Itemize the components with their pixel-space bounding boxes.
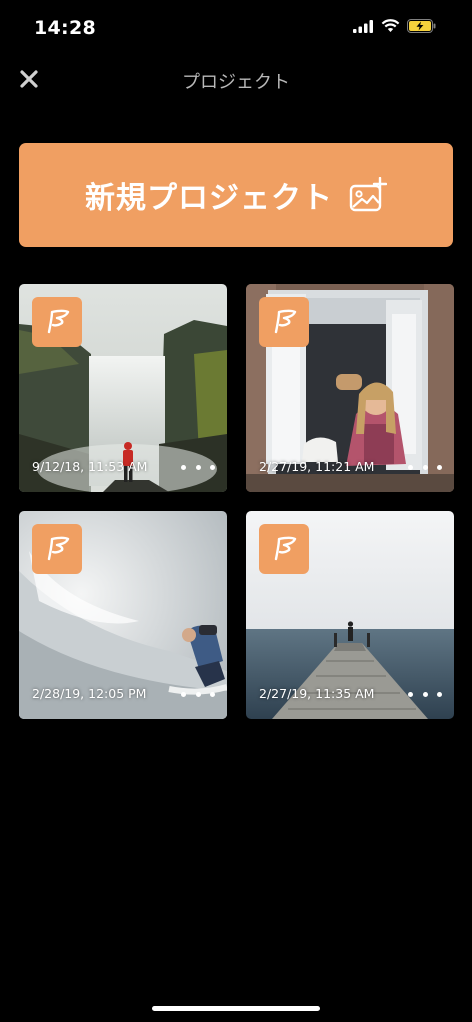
brush-logo-icon <box>47 536 70 561</box>
wifi-icon <box>381 19 400 32</box>
status-bar: 14:28 <box>0 0 472 58</box>
project-date: 2/27/19, 11:35 AM <box>259 686 375 701</box>
project-card-3[interactable]: 2/28/19, 12:05 PM <box>19 511 227 719</box>
project-date: 9/12/18, 11:53 AM <box>32 459 148 474</box>
status-icons <box>353 19 436 33</box>
navigation-bar: プロジェクト <box>0 58 472 102</box>
add-image-icon <box>349 177 387 212</box>
new-project-label: 新規プロジェクト <box>85 181 333 216</box>
signal-icon <box>353 19 373 33</box>
project-card-2[interactable]: 2/27/19, 11:21 AM <box>246 284 454 492</box>
brush-logo-icon <box>47 309 70 334</box>
app-badge <box>32 524 82 574</box>
new-project-button[interactable]: 新規プロジェクト <box>19 143 453 247</box>
project-date: 2/28/19, 12:05 PM <box>32 686 147 701</box>
status-time: 14:28 <box>34 17 96 39</box>
battery-charging-icon <box>407 19 436 33</box>
home-indicator[interactable] <box>152 1006 320 1011</box>
brush-logo-icon <box>274 309 297 334</box>
app-badge <box>259 524 309 574</box>
app-badge <box>259 297 309 347</box>
more-options-button[interactable] <box>408 686 442 702</box>
brush-logo-icon <box>274 536 297 561</box>
more-options-button[interactable] <box>408 459 442 475</box>
page-title: プロジェクト <box>182 72 290 93</box>
app-badge <box>32 297 82 347</box>
more-options-button[interactable] <box>181 686 215 702</box>
more-options-button[interactable] <box>181 459 215 475</box>
project-card-4[interactable]: 2/27/19, 11:35 AM <box>246 511 454 719</box>
project-date: 2/27/19, 11:21 AM <box>259 459 375 474</box>
project-card-1[interactable]: 9/12/18, 11:53 AM <box>19 284 227 492</box>
